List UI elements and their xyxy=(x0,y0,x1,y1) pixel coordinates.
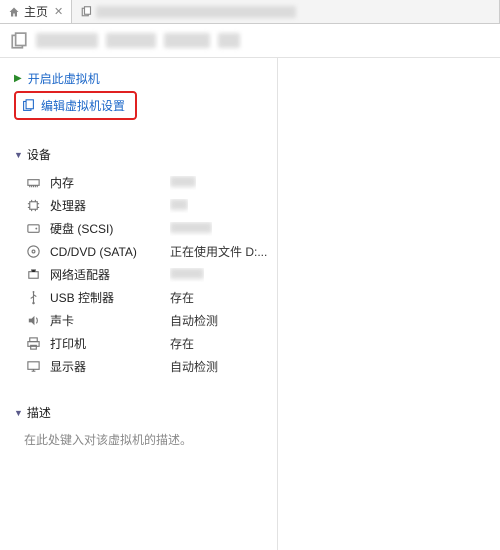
page-title-2 xyxy=(106,33,156,48)
copy-icon xyxy=(10,32,28,50)
device-value: 自动检测 xyxy=(170,358,218,375)
devices-header[interactable]: ▼ 设备 xyxy=(14,146,271,163)
device-row[interactable]: 内存 xyxy=(14,171,271,194)
close-icon[interactable]: ✕ xyxy=(54,5,63,18)
disc-icon xyxy=(24,244,42,259)
page-title-3 xyxy=(164,33,210,48)
page-title-4 xyxy=(218,33,240,48)
device-row[interactable]: 硬盘 (SCSI) xyxy=(14,217,271,240)
device-value: 正在使用文件 D:... xyxy=(170,243,267,260)
chevron-down-icon: ▼ xyxy=(14,150,23,160)
memory-icon xyxy=(24,175,42,190)
usb-icon xyxy=(24,290,42,305)
edit-settings-link[interactable]: 编辑虚拟机设置 xyxy=(22,95,129,116)
tab-home-label: 主页 xyxy=(24,3,48,20)
device-row[interactable]: USB 控制器存在 xyxy=(14,286,271,309)
power-on-link[interactable]: ▶ 开启此虚拟机 xyxy=(14,68,271,89)
device-row[interactable]: 声卡自动检测 xyxy=(14,309,271,332)
play-icon: ▶ xyxy=(14,73,22,84)
tab-vm[interactable] xyxy=(72,0,500,23)
device-value xyxy=(170,199,188,213)
device-name: 内存 xyxy=(50,174,162,191)
device-value: 存在 xyxy=(170,335,194,352)
sound-icon xyxy=(24,313,42,328)
tab-vm-label xyxy=(96,6,296,18)
content-area: ▶ 开启此虚拟机 编辑虚拟机设置 ▼ 设备 内存处理器硬盘 (SCSI) CD/D… xyxy=(0,58,500,550)
home-icon xyxy=(8,6,20,18)
right-panel xyxy=(278,58,500,550)
device-name: USB 控制器 xyxy=(50,289,162,306)
page-title xyxy=(36,33,98,48)
title-bar xyxy=(0,24,500,58)
device-name: 硬盘 (SCSI) xyxy=(50,220,162,237)
device-row[interactable]: 显示器自动检测 xyxy=(14,355,271,378)
copy-icon xyxy=(80,6,92,18)
device-row[interactable]: CD/DVD (SATA) 正在使用文件 D:... xyxy=(14,240,271,263)
description-title: 描述 xyxy=(27,404,51,421)
device-name: 显示器 xyxy=(50,358,162,375)
device-row[interactable]: 打印机存在 xyxy=(14,332,271,355)
device-list: 内存处理器硬盘 (SCSI) CD/DVD (SATA) 正在使用文件 D:... 网… xyxy=(14,171,271,378)
device-value: 自动检测 xyxy=(170,312,218,329)
edit-icon xyxy=(22,99,35,112)
description-placeholder[interactable]: 在此处键入对该虚拟机的描述。 xyxy=(14,429,271,448)
device-value xyxy=(170,176,196,190)
devices-title: 设备 xyxy=(27,146,51,163)
device-row[interactable]: 网络适配器 xyxy=(14,263,271,286)
device-name: 声卡 xyxy=(50,312,162,329)
devices-section: ▼ 设备 内存处理器硬盘 (SCSI) CD/DVD (SATA) 正在使用文件 D… xyxy=(14,146,271,378)
device-name: 打印机 xyxy=(50,335,162,352)
cpu-icon xyxy=(24,198,42,213)
device-value xyxy=(170,268,204,282)
display-icon xyxy=(24,359,42,374)
device-name: CD/DVD (SATA) xyxy=(50,245,162,259)
edit-settings-highlight: 编辑虚拟机设置 xyxy=(14,91,137,120)
tab-bar: 主页 ✕ xyxy=(0,0,500,24)
network-icon xyxy=(24,267,42,282)
hdd-icon xyxy=(24,221,42,236)
edit-settings-label: 编辑虚拟机设置 xyxy=(41,97,125,114)
power-on-label: 开启此虚拟机 xyxy=(28,70,100,87)
device-name: 网络适配器 xyxy=(50,266,162,283)
tab-home[interactable]: 主页 ✕ xyxy=(0,0,72,23)
printer-icon xyxy=(24,336,42,351)
device-row[interactable]: 处理器 xyxy=(14,194,271,217)
description-section: ▼ 描述 在此处键入对该虚拟机的描述。 xyxy=(14,404,271,448)
device-value: 存在 xyxy=(170,289,194,306)
device-value xyxy=(170,222,212,236)
device-name: 处理器 xyxy=(50,197,162,214)
chevron-down-icon: ▼ xyxy=(14,408,23,418)
description-header[interactable]: ▼ 描述 xyxy=(14,404,271,421)
left-panel: ▶ 开启此虚拟机 编辑虚拟机设置 ▼ 设备 内存处理器硬盘 (SCSI) CD/D… xyxy=(0,58,278,550)
